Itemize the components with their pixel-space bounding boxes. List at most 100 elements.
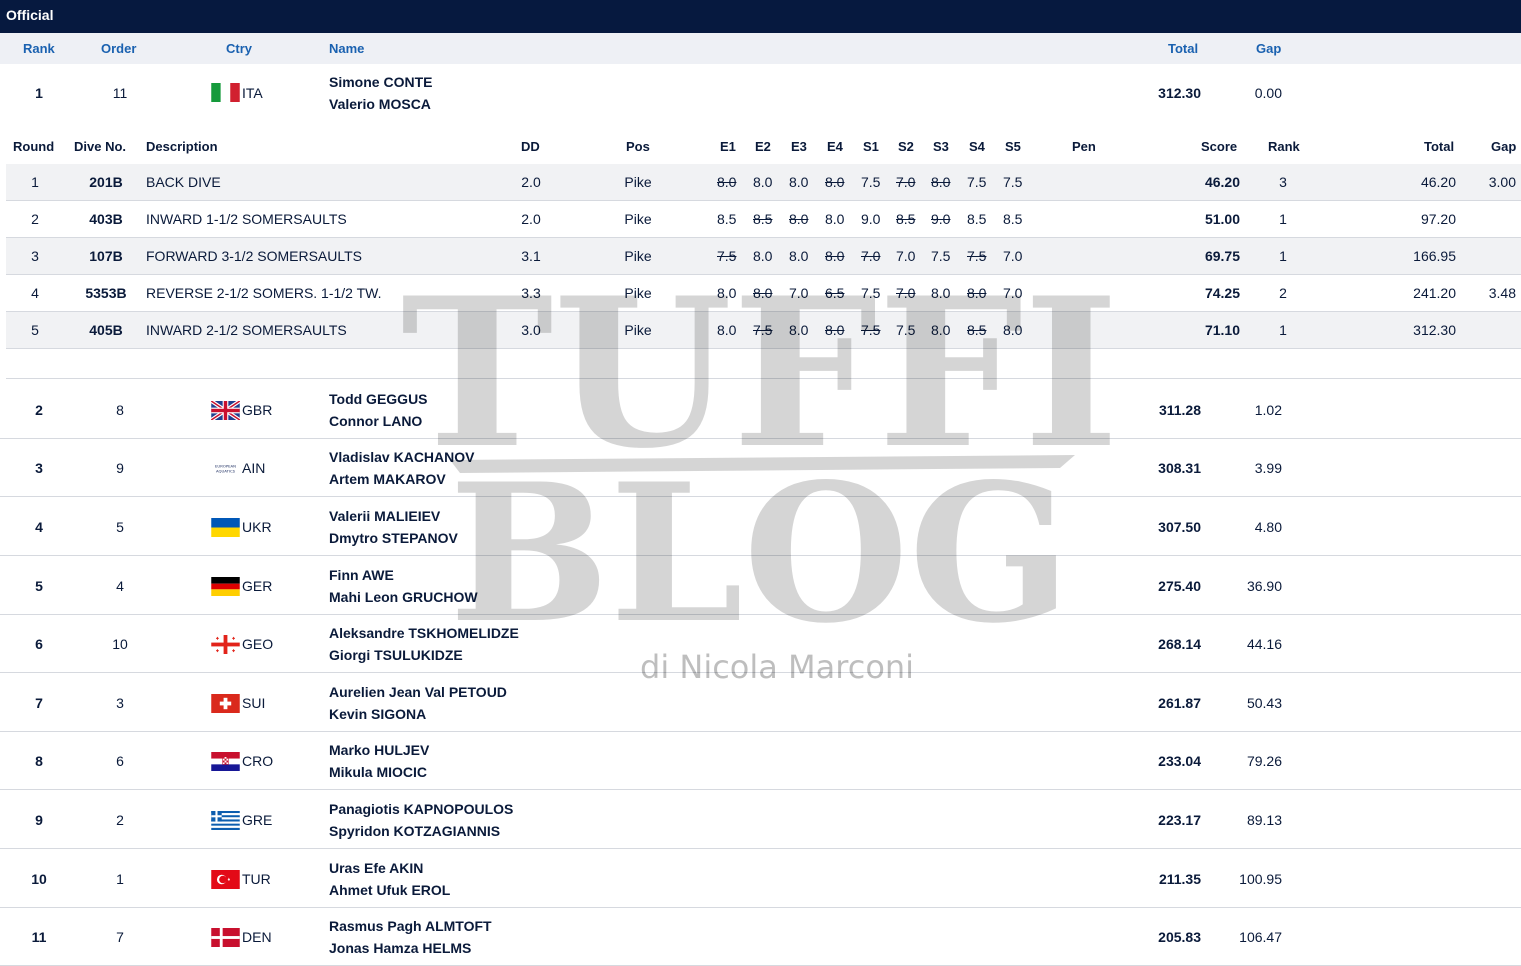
dd-cell: 3.0 [521,322,541,338]
table-row-leader[interactable]: 1 11 ITA Simone CONTE Valerio MOSCA 312.… [0,64,1521,130]
judge-score-s5: 7.5 [1003,174,1023,190]
athlete-name[interactable]: Uras Efe AKIN [329,860,423,876]
table-row[interactable]: 4 5 UKR Valerii MALIEIEV Dmytro STEPANOV… [0,497,1521,556]
col-name[interactable]: Name [329,41,364,56]
total-cell: 205.83 [1158,929,1201,945]
rank-cell: 11 [31,929,47,945]
dive-row: 3 107B FORWARD 3-1/2 SOMERSAULTS 3.1 Pik… [6,238,1521,275]
col-s2: S2 [898,139,914,154]
judge-score-s4: 7.5 [967,248,987,264]
ukraine-flag-icon [211,518,240,537]
athlete-name[interactable]: Artem MAKAROV [329,471,446,487]
ctry-cell: DEN [242,929,272,945]
col-order[interactable]: Order [101,41,136,56]
dive-row: 4 5353B REVERSE 2-1/2 SOMERS. 1-1/2 TW. … [6,275,1521,312]
athlete-name[interactable]: Kevin SIGONA [329,706,426,722]
table-row[interactable]: 6 10 GEO Aleksandre TSKHOMELIDZE Giorgi … [0,615,1521,673]
round-cell: 3 [31,248,39,264]
score-cell: 51.00 [1204,211,1240,227]
athlete-name[interactable]: Valerii MALIEIEV [329,508,440,524]
dive-gap-cell: 3.00 [1488,174,1516,190]
judge-score-s4: 8.0 [967,285,987,301]
table-row[interactable]: 2 8 GBR Todd GEGGUS Connor LANO 311.28 1… [0,380,1521,439]
athlete-name[interactable]: Jonas Hamza HELMS [329,940,471,956]
ain-flag-icon: EUROPEAN AQUATICS [211,459,240,478]
athlete-name[interactable]: Vladislav KACHANOV [329,449,474,465]
athlete-name[interactable]: Panagiotis KAPNOPOULOS [329,801,513,817]
judge-score-s1: 7.5 [861,174,881,190]
dive-row: 1 201B BACK DIVE 2.0 Pike 8.0 8.0 8.0 8.… [6,164,1521,201]
athlete-name[interactable]: Aleksandre TSKHOMELIDZE [329,625,519,641]
gap-cell: 106.47 [1239,929,1282,945]
table-row[interactable]: 11 7 DEN Rasmus Pagh ALMTOFT Jonas Hamza… [0,908,1521,966]
col-total[interactable]: Total [1168,41,1198,56]
table-row[interactable]: 9 2 GRE Panagiotis KAPNOPOULOS Spyridon … [0,790,1521,849]
col-dd: DD [521,139,540,154]
table-row[interactable]: 8 6 CRO Marko HULJEV Mikula MIOCIC 233.0… [0,732,1521,790]
judge-score-s2: 7.0 [896,285,916,301]
athlete-name[interactable]: Giorgi TSULUKIDZE [329,647,463,663]
judge-score-e3: 7.0 [789,285,809,301]
col-rank[interactable]: Rank [23,41,55,56]
athlete-name[interactable]: Valerio MOSCA [329,96,431,112]
rank-cell: 7 [35,695,43,711]
col-ctry[interactable]: Ctry [226,41,252,56]
dive-gap-cell: 3.48 [1488,285,1516,301]
col-dive-rank: Rank [1268,139,1300,154]
athlete-name[interactable]: Mahi Leon GRUCHOW [329,589,478,605]
total-cell: 211.35 [1158,871,1201,887]
table-row[interactable]: 7 3 SUI Aurelien Jean Val PETOUD Kevin S… [0,673,1521,732]
rank-cell: 1 [35,85,43,101]
athlete-name[interactable]: Simone CONTE [329,74,432,90]
dive-rank-cell: 1 [1279,322,1287,338]
order-cell: 7 [116,929,124,945]
athlete-name[interactable]: Dmytro STEPANOV [329,530,458,546]
ctry-cell: TUR [242,871,271,887]
athlete-name[interactable]: Mikula MIOCIC [329,764,427,780]
order-cell: 1 [116,871,124,887]
col-description: Description [146,139,218,154]
athlete-name[interactable]: Aurelien Jean Val PETOUD [329,684,507,700]
judge-score-e1: 8.5 [717,211,737,227]
pos-cell: Pike [624,322,652,338]
athlete-name[interactable]: Marko HULJEV [329,742,429,758]
total-cell: 223.17 [1158,812,1201,828]
dive-detail-header: Round Dive No. Description DD Pos E1 E2 … [0,130,1521,164]
athlete-name[interactable]: Finn AWE [329,567,394,583]
athlete-name[interactable]: Ahmet Ufuk EROL [329,882,450,898]
turkey-flag-icon [211,870,240,889]
round-cell: 4 [31,285,39,301]
description-cell: BACK DIVE [146,174,221,190]
col-pen: Pen [1072,139,1096,154]
judge-score-e1: 8.0 [717,174,737,190]
dd-cell: 3.1 [521,248,541,264]
athlete-name[interactable]: Connor LANO [329,413,422,429]
athlete-name[interactable]: Spyridon KOTZAGIANNIS [329,823,500,839]
ctry-cell: AIN [242,460,266,476]
col-s5: S5 [1005,139,1021,154]
gap-cell: 79.26 [1246,753,1282,769]
order-cell: 2 [116,812,124,828]
judge-score-s2: 7.0 [896,174,916,190]
table-row[interactable]: 5 4 GER Finn AWE Mahi Leon GRUCHOW 275.4… [0,556,1521,615]
judge-score-e3: 8.0 [789,174,809,190]
athlete-name[interactable]: Todd GEGGUS [329,391,428,407]
col-s4: S4 [969,139,985,154]
athlete-name[interactable]: Rasmus Pagh ALMTOFT [329,918,492,934]
table-row[interactable]: 10 1 TUR Uras Efe AKIN Ahmet Ufuk EROL 2… [0,849,1521,908]
judge-score-s3: 8.0 [931,322,951,338]
dive-no-cell: 403B [89,211,123,227]
dive-no-cell: 5353B [85,285,127,301]
col-gap[interactable]: Gap [1256,41,1281,56]
dive-row: 2 403B INWARD 1-1/2 SOMERSAULTS 2.0 Pike… [6,201,1521,238]
dive-total-cell: 97.20 [1420,211,1456,227]
order-cell: 8 [116,402,124,418]
germany-flag-icon [211,577,240,596]
description-cell: REVERSE 2-1/2 SOMERS. 1-1/2 TW. [146,285,382,301]
gap-cell: 89.13 [1246,812,1282,828]
judge-score-e4: 8.0 [825,322,845,338]
order-cell: 11 [112,85,128,101]
col-dive-total: Total [1424,139,1455,154]
table-row[interactable]: 3 9 EUROPEAN AQUATICS AIN Vladislav KACHA… [0,439,1521,497]
judge-score-e1: 8.0 [717,285,737,301]
